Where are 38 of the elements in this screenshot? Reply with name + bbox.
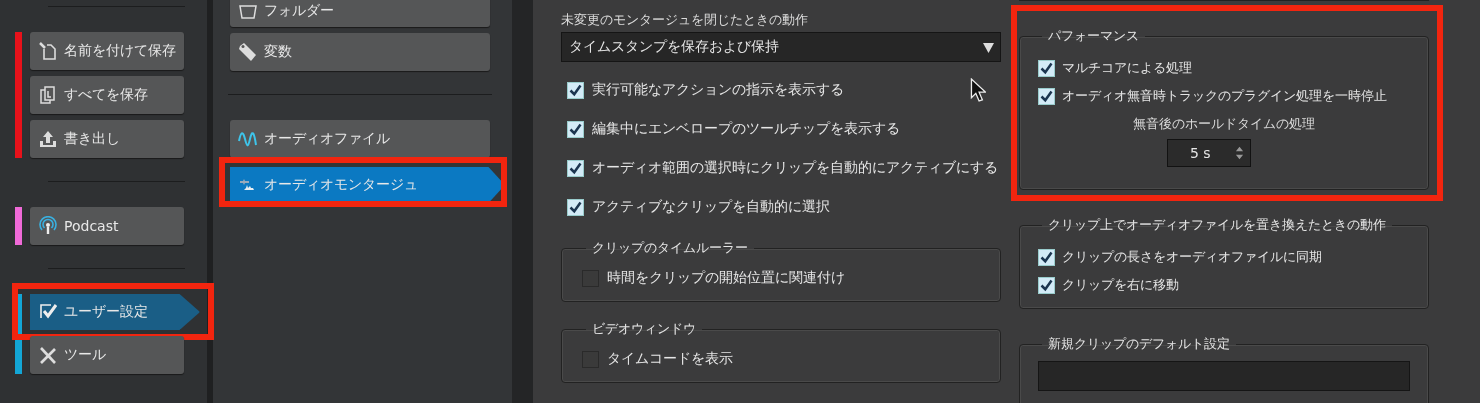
group-title: クリップ上でオーディオファイルを置き換えたときの動作 bbox=[1047, 216, 1387, 234]
wave-icon bbox=[238, 129, 258, 149]
group-title: ビデオウィンドウ bbox=[591, 320, 697, 338]
group-title: 新規クリップのデフォルト設定 bbox=[1047, 335, 1231, 353]
nav-item[interactable]: フォルダー bbox=[230, 0, 490, 27]
checkbox-label: 時間をクリップの開始位置に関連付け bbox=[607, 269, 845, 287]
group-title: クリップのタイムルーラー bbox=[591, 239, 749, 257]
checkbox-label: オーディオ範囲の選択時にクリップを自動的にアクティブにする bbox=[592, 159, 998, 177]
checkbox-label: タイムコードを表示 bbox=[607, 350, 733, 368]
field-label: 無音後のホールドタイムの処理 bbox=[1133, 115, 1315, 133]
tools-icon bbox=[38, 345, 58, 365]
upload-icon bbox=[38, 129, 58, 149]
checkbox-label: クリップを右に移動 bbox=[1062, 276, 1179, 294]
mouse-cursor-icon bbox=[970, 78, 986, 102]
spinner-arrows-icon bbox=[1235, 145, 1244, 161]
group-title: パフォーマンス bbox=[1047, 27, 1140, 45]
checkbox-label: オーディオ無音時トラックのプラグイン処理を一時停止 bbox=[1062, 87, 1387, 105]
nav-item[interactable]: オーディオファイル bbox=[230, 120, 490, 158]
checkbox-label: 編集中にエンベロープのツールチップを表示する bbox=[592, 120, 900, 138]
field-label: 未変更のモンタージュを閉じたときの動作 bbox=[561, 11, 809, 29]
close-action-dropdown[interactable]: タイムスタンプを保存および保持 bbox=[561, 32, 1001, 62]
save-as-icon bbox=[38, 41, 58, 61]
tag-icon bbox=[238, 42, 258, 62]
sidebar-item[interactable]: ユーザー設定 bbox=[30, 294, 200, 330]
checkbox-label: アクティブなクリップを自動的に選択 bbox=[592, 198, 830, 216]
sidebar-item[interactable]: ツール bbox=[30, 336, 184, 374]
checkbox-label: マルチコアによる処理 bbox=[1062, 59, 1192, 77]
caret-icon bbox=[983, 41, 994, 53]
spinner-field[interactable]: 5 s bbox=[1167, 139, 1251, 167]
checkbox-label: 実行可能なアクションの指示を表示する bbox=[592, 81, 844, 99]
sidebar-item[interactable]: 書き出し bbox=[30, 120, 184, 158]
sidebar-item[interactable]: 名前を付けて保存 bbox=[30, 32, 184, 70]
save-all-icon bbox=[38, 85, 58, 105]
sidebar-item[interactable]: Podcast bbox=[30, 207, 184, 245]
checkbox-label: クリップの長さをオーディオファイルに同期 bbox=[1062, 248, 1322, 266]
nav-item[interactable]: 変数 bbox=[230, 33, 490, 71]
podcast-icon bbox=[38, 216, 58, 236]
sidebar-item[interactable]: すべてを保存 bbox=[30, 76, 184, 114]
